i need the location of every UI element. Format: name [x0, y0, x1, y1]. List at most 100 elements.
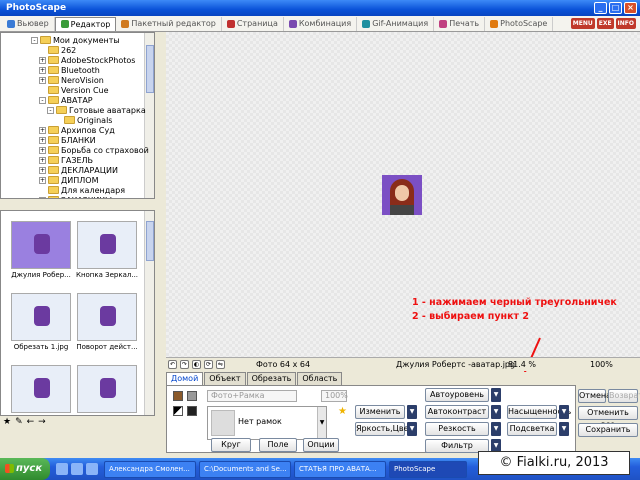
- contrast-icon[interactable]: [173, 406, 183, 416]
- tree-item[interactable]: - АВАТАР: [39, 95, 93, 105]
- start-button[interactable]: пуск: [0, 458, 50, 480]
- expand-icon[interactable]: +: [39, 166, 46, 174]
- top-icon-button[interactable]: MENU: [570, 18, 595, 29]
- back-icon[interactable]: ←: [27, 417, 35, 427]
- autocontrast-button[interactable]: Автоконтраст: [425, 405, 489, 419]
- tree-item[interactable]: + Bluetooth: [39, 65, 100, 75]
- tree-item[interactable]: Originals: [55, 115, 112, 125]
- rotate-icon[interactable]: ⟳: [204, 360, 213, 369]
- brightness-dropdown[interactable]: ▼: [407, 422, 417, 436]
- tree-item[interactable]: 262: [39, 45, 76, 55]
- tab-mode[interactable]: PhotoScape: [485, 16, 554, 31]
- thumbnail[interactable]: Кнопка Зеркал...: [75, 221, 139, 279]
- quick-launch-icon[interactable]: [56, 463, 68, 475]
- expand-icon[interactable]: +: [39, 156, 46, 164]
- expand-icon[interactable]: +: [39, 176, 46, 184]
- quick-launch-icon[interactable]: [71, 463, 83, 475]
- favorite-star-icon[interactable]: ★: [338, 406, 347, 417]
- thumbnail[interactable]: Поворот дейст...: [75, 293, 139, 351]
- resize-button[interactable]: Изменить: [355, 405, 405, 419]
- field-button[interactable]: Поле: [259, 438, 297, 452]
- tree-item[interactable]: + БЛАНКИ: [39, 135, 96, 145]
- circle-button[interactable]: Круг: [211, 438, 251, 452]
- minimize-button[interactable]: _: [594, 2, 607, 14]
- frame-percent-field[interactable]: 100%: [321, 390, 348, 402]
- panel-splitter[interactable]: [155, 32, 165, 372]
- tab-mode[interactable]: Gif-Анимация: [357, 16, 435, 31]
- tools-icon[interactable]: ✎: [15, 417, 23, 427]
- flip-icon[interactable]: ⇋: [216, 360, 225, 369]
- tab-crop[interactable]: Обрезать: [246, 372, 297, 385]
- star-icon[interactable]: ★: [3, 417, 11, 427]
- compare-icon[interactable]: ◐: [192, 360, 201, 369]
- tab-mode[interactable]: Комбинация: [284, 16, 358, 31]
- taskbar-item[interactable]: СТАТЬЯ ПРО АВАТА...: [294, 460, 386, 478]
- tree-item[interactable]: - Мои документы: [31, 35, 120, 45]
- options-button[interactable]: Опции: [303, 438, 339, 452]
- tab-mode[interactable]: Вьювер: [2, 16, 55, 31]
- expand-icon[interactable]: -: [47, 106, 54, 114]
- photo-frame-field[interactable]: Фото+Рамка: [207, 390, 297, 402]
- tree-item[interactable]: + Борьба со страховой: [39, 145, 149, 155]
- expand-icon[interactable]: +: [39, 136, 46, 144]
- cancel-button[interactable]: Отмена: [578, 389, 611, 403]
- effect-icon[interactable]: [187, 406, 197, 416]
- tree-item[interactable]: - Готовые аватарка: [47, 105, 146, 115]
- quick-launch-icon[interactable]: [86, 463, 98, 475]
- top-icon-button[interactable]: INFO: [615, 18, 636, 29]
- top-icon-button[interactable]: EXE: [596, 18, 614, 29]
- sharpness-button[interactable]: Резкость: [425, 422, 489, 436]
- redo-button[interactable]: Возврат: [608, 389, 640, 403]
- thumbnail-scrollbar[interactable]: [144, 211, 154, 415]
- thumbnail[interactable]: Обрезать 1.jpg: [9, 293, 73, 351]
- brightness-button[interactable]: Яркость,Цвет: [355, 422, 413, 436]
- folder-tree[interactable]: - Мои документы 262 + AdobeStockPhotos + Bluet…: [0, 32, 155, 199]
- thumbnail[interactable]: Джулия Робер...: [9, 221, 73, 279]
- frame-select[interactable]: Нет рамок ▼: [207, 406, 327, 440]
- sharpness-dropdown[interactable]: ▼: [491, 422, 501, 436]
- expand-icon[interactable]: +: [39, 66, 46, 74]
- cancel-all-button[interactable]: Отменить все: [578, 406, 638, 429]
- thumbnail[interactable]: кнопка произв...: [75, 365, 139, 415]
- expand-icon[interactable]: -: [31, 36, 38, 44]
- tree-scrollbar[interactable]: [144, 33, 154, 198]
- tree-item[interactable]: + ГАЗЕЛЬ: [39, 155, 93, 165]
- expand-icon[interactable]: +: [39, 76, 46, 84]
- autolevel-button[interactable]: Автоуровень: [425, 388, 489, 402]
- tab-object[interactable]: Объект: [204, 372, 246, 385]
- forward-icon[interactable]: →: [38, 417, 46, 427]
- autolevel-dropdown[interactable]: ▼: [491, 388, 501, 402]
- expand-icon[interactable]: -: [39, 96, 46, 104]
- tab-region[interactable]: Область: [297, 372, 343, 385]
- expand-icon[interactable]: +: [39, 56, 46, 64]
- chevron-down-icon[interactable]: ▼: [317, 407, 326, 439]
- tree-item[interactable]: + Архипов Суд: [39, 125, 115, 135]
- tab-home[interactable]: Домой: [166, 372, 204, 385]
- thumbnail[interactable]: После кнопки 3...: [9, 365, 73, 415]
- saturation-button[interactable]: Насыщенность: [507, 405, 571, 419]
- zoom-select[interactable]: 100%: [590, 360, 613, 369]
- tree-item[interactable]: + ЗАКАЗЧИКЫ: [39, 195, 112, 198]
- tree-item[interactable]: + AdobeStockPhotos: [39, 55, 135, 65]
- tab-mode[interactable]: Печать: [434, 16, 486, 31]
- tab-mode[interactable]: Страница: [222, 16, 284, 31]
- frame-style-icon[interactable]: [187, 391, 197, 401]
- tree-item[interactable]: + ДИПЛОМ: [39, 175, 98, 185]
- expand-icon[interactable]: +: [39, 196, 46, 198]
- undo-icon[interactable]: ↶: [168, 360, 177, 369]
- backlight-dropdown[interactable]: ▼: [559, 422, 569, 436]
- close-button[interactable]: ×: [624, 2, 637, 14]
- expand-icon[interactable]: +: [39, 126, 46, 134]
- tab-mode[interactable]: Пакетный редактор: [116, 16, 222, 31]
- tab-mode[interactable]: Редактор: [54, 16, 117, 31]
- frame-style-icon[interactable]: [173, 391, 183, 401]
- maximize-button[interactable]: □: [609, 2, 622, 14]
- taskbar-item[interactable]: Александра Смолен...: [104, 460, 196, 478]
- taskbar-item[interactable]: C:\Documents and Se...: [199, 460, 291, 478]
- redo-icon[interactable]: ↷: [180, 360, 189, 369]
- autocontrast-dropdown[interactable]: ▼: [491, 405, 501, 419]
- thumbnail-panel[interactable]: Джулия Робер... Кнопка Зеркал... Обрезать …: [0, 210, 155, 416]
- tree-item[interactable]: Version Cue: [39, 85, 109, 95]
- tree-item[interactable]: Для календаря: [39, 185, 125, 195]
- tree-item[interactable]: + NeroVision: [39, 75, 104, 85]
